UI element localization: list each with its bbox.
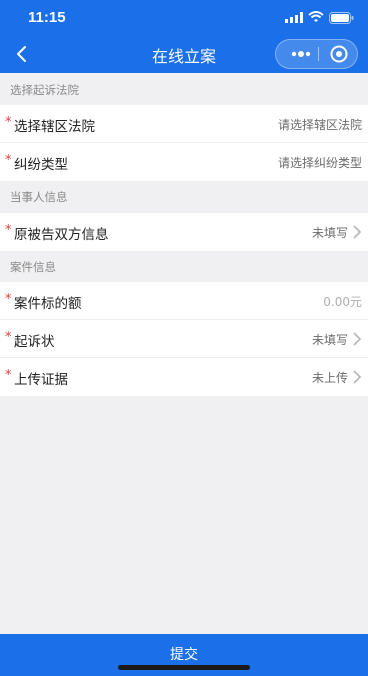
nav-bar: 在线立案 xyxy=(0,36,368,73)
complaint-label: 起诉状 xyxy=(14,334,55,350)
upload-evidence-row[interactable]: * 上传证据 未上传 xyxy=(0,358,368,396)
chevron-right-icon xyxy=(353,225,362,239)
upload-evidence-label: 上传证据 xyxy=(14,372,68,388)
dispute-type-label: 纠纷类型 xyxy=(14,157,68,173)
parties-info-row[interactable]: * 原被告双方信息 未填写 xyxy=(0,213,368,251)
battery-icon xyxy=(329,12,354,24)
required-mark: * xyxy=(5,115,12,130)
upload-evidence-value: 未上传 xyxy=(311,371,348,385)
section-title-case: 案件信息 xyxy=(10,260,56,274)
capsule-divider xyxy=(318,47,319,61)
dispute-type-row[interactable]: * 纠纷类型 请选择纠纷类型 xyxy=(0,143,368,181)
status-time: 11:15 xyxy=(28,9,66,26)
required-mark: * xyxy=(5,368,12,383)
submit-label: 提交 xyxy=(170,647,198,663)
section-title-party: 当事人信息 xyxy=(10,190,68,204)
claim-amount-input[interactable]: 0.00元 xyxy=(323,293,362,310)
signal-icon xyxy=(285,12,303,23)
dispute-type-value[interactable]: 请选择纠纷类型 xyxy=(278,154,362,171)
close-circle-icon[interactable] xyxy=(322,40,356,68)
parties-info-value: 未填写 xyxy=(311,226,348,240)
more-dots-icon[interactable] xyxy=(284,40,318,68)
court-select-value[interactable]: 请选择辖区法院 xyxy=(278,116,362,133)
required-mark: * xyxy=(5,223,12,238)
wifi-icon xyxy=(308,11,324,22)
court-select-row[interactable]: * 选择辖区法院 请选择辖区法院 xyxy=(0,105,368,143)
required-mark: * xyxy=(5,292,12,307)
parties-info-label: 原被告双方信息 xyxy=(14,227,109,243)
status-bar: 11:15 xyxy=(0,0,368,36)
mini-program-capsule xyxy=(275,39,358,69)
court-select-label: 选择辖区法院 xyxy=(14,119,95,135)
section-title-court: 选择起诉法院 xyxy=(10,83,79,97)
required-mark: * xyxy=(5,153,12,168)
header-bar: 11:15 在线立案 xyxy=(0,0,368,73)
chevron-right-icon xyxy=(353,370,362,384)
claim-amount-row[interactable]: * 案件标的额 0.00元 xyxy=(0,282,368,320)
claim-amount-label: 案件标的额 xyxy=(14,296,82,312)
complaint-row[interactable]: * 起诉状 未填写 xyxy=(0,320,368,358)
complaint-value: 未填写 xyxy=(311,333,348,347)
home-indicator xyxy=(118,665,250,670)
required-mark: * xyxy=(5,330,12,345)
chevron-right-icon xyxy=(353,332,362,346)
